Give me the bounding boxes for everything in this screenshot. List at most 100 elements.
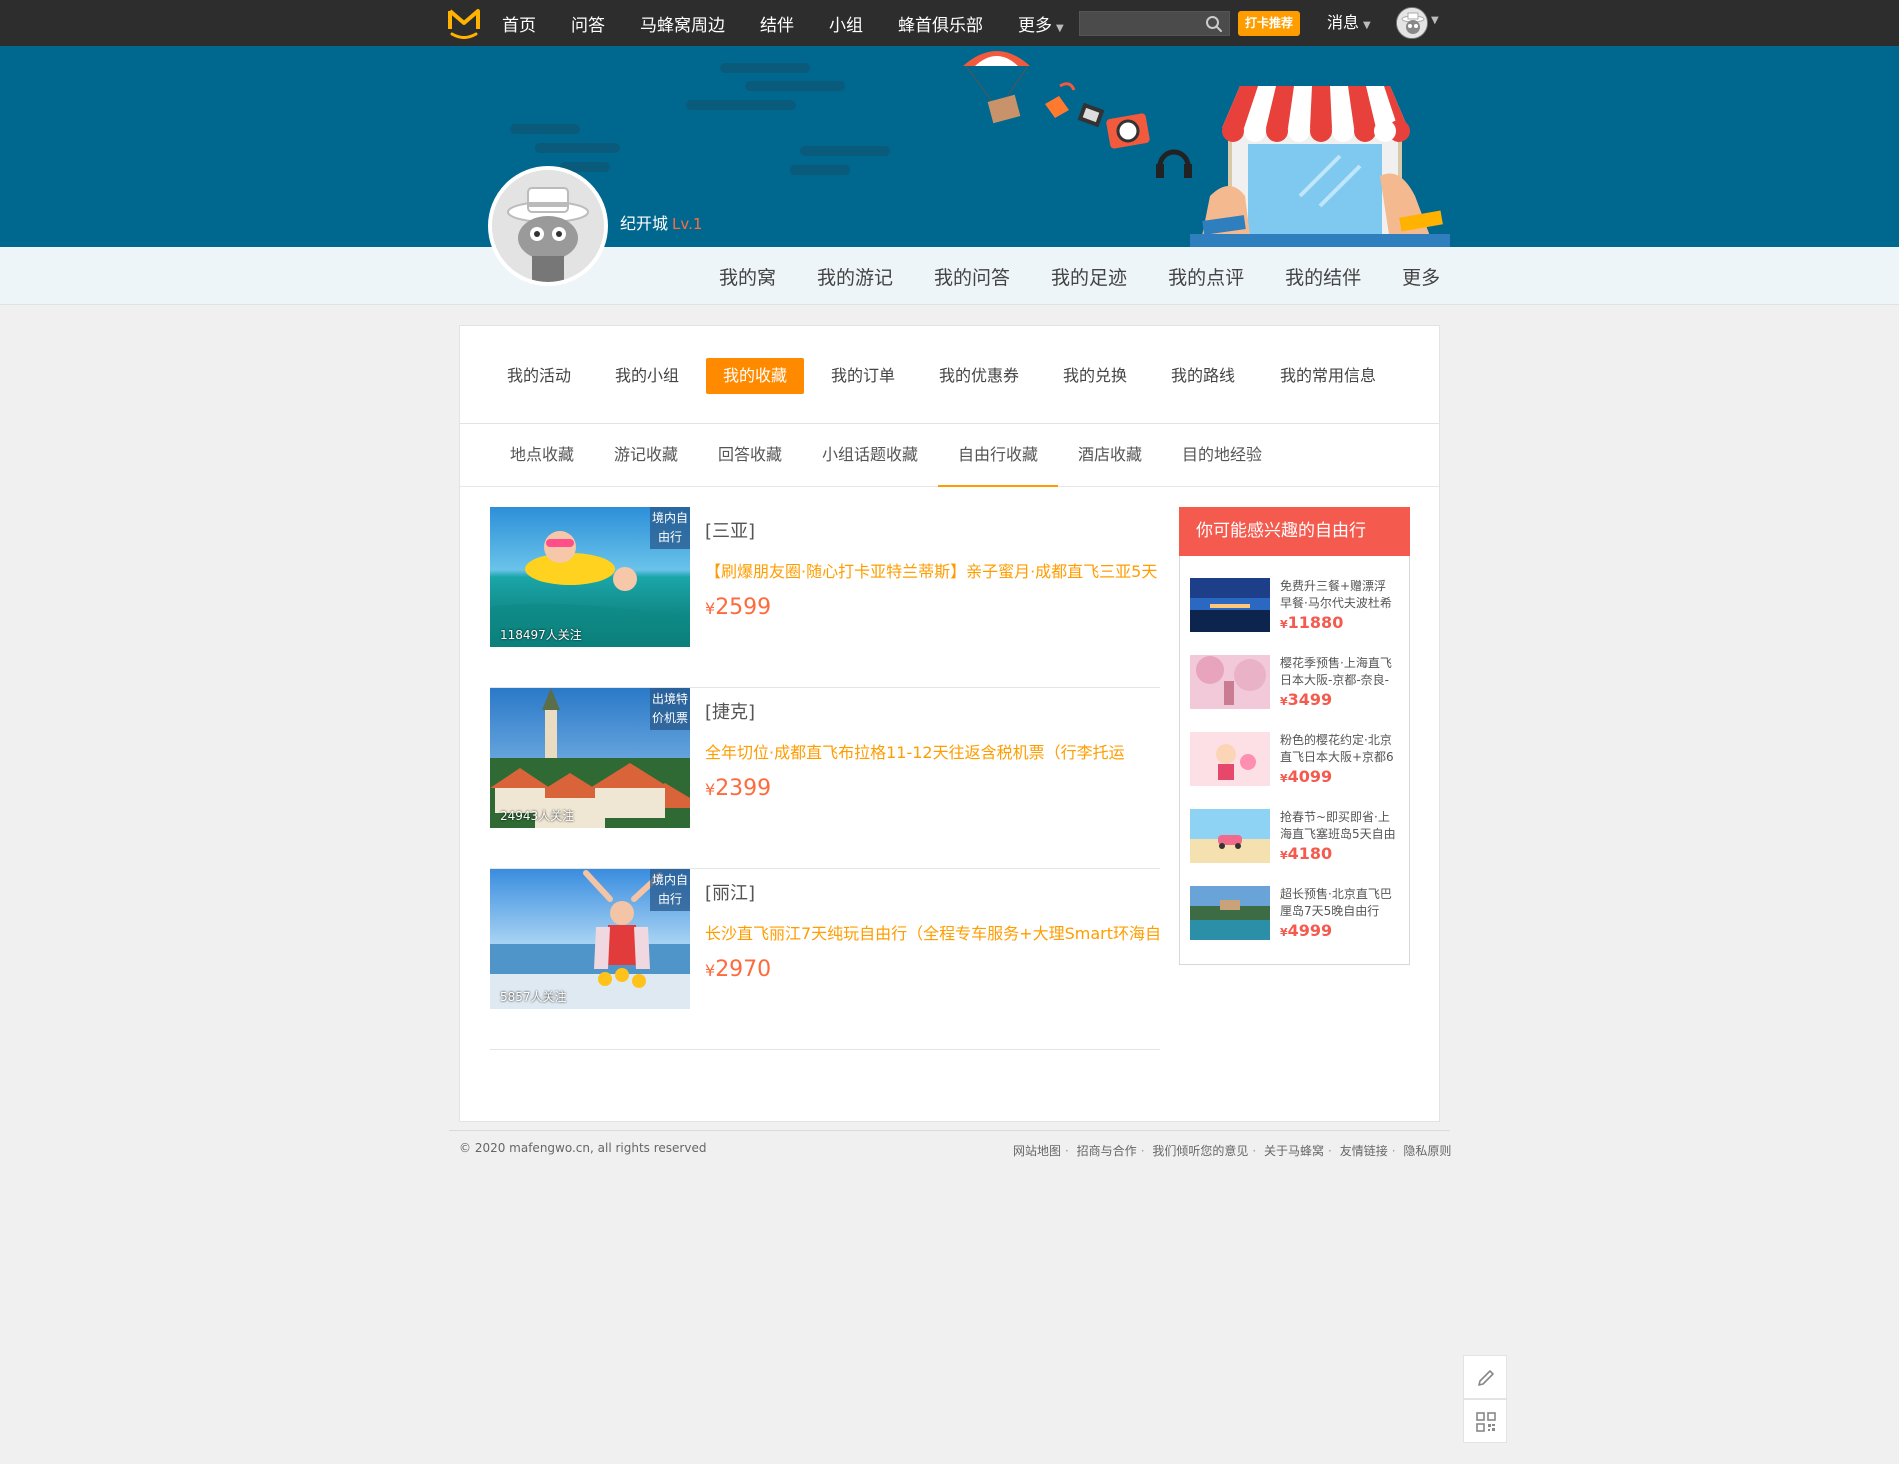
currency-symbol: ¥: [705, 961, 716, 980]
tab-my-activities[interactable]: 我的活动: [507, 358, 571, 394]
nav-together[interactable]: 结伴: [760, 11, 794, 36]
recommendation-thumbnail[interactable]: [1190, 655, 1270, 709]
footer-link-privacy[interactable]: 隐私原则: [1403, 1144, 1451, 1158]
caret-down-icon: ▼: [1363, 20, 1371, 31]
destination-label[interactable]: [三亚]: [705, 517, 755, 543]
tab-group-topic-favorites[interactable]: 小组话题收藏: [822, 424, 918, 487]
recommendation-thumbnail[interactable]: [1190, 809, 1270, 863]
follow-count: 24943人关注: [500, 809, 575, 823]
product-title[interactable]: 【刷爆朋友圈·随心打卡亚特兰蒂斯】亲子蜜月·成都直飞三亚5天: [705, 558, 1160, 582]
destination-label[interactable]: [捷克]: [705, 698, 755, 724]
search-icon[interactable]: [1205, 15, 1223, 33]
profile-tabs: 我的窝 我的游记 我的问答 我的足迹 我的点评 我的结伴 更多: [719, 247, 1481, 305]
edit-button[interactable]: [1463, 1355, 1507, 1399]
recommendation-price: ¥4099: [1280, 767, 1332, 786]
separator: ·: [1328, 1144, 1332, 1158]
product-title[interactable]: 长沙直飞丽江7天纯玩自由行（全程专车服务+大理Smart环海自: [705, 920, 1160, 944]
recommendation-title[interactable]: 樱花季预售·上海直飞日本大阪-京都-奈良-: [1280, 655, 1398, 689]
bali-photo: [1190, 886, 1270, 940]
recommendation-price: ¥3499: [1280, 690, 1332, 709]
favorite-thumbnail[interactable]: 出境特价机票 24943人关注: [490, 688, 690, 828]
nav-qa[interactable]: 问答: [571, 11, 605, 36]
footer-link-sitemap[interactable]: 网站地图: [1013, 1144, 1061, 1158]
recommendation-item[interactable]: 免费升三餐+赠漂浮早餐·马尔代夫波杜希蒂 ¥11880: [1190, 578, 1400, 634]
logo-icon[interactable]: [446, 7, 482, 39]
tab-place-favorites[interactable]: 地点收藏: [510, 424, 574, 487]
tab-my-reviews[interactable]: 我的点评: [1168, 263, 1244, 290]
recommendation-price: ¥4180: [1280, 844, 1332, 863]
profile-name[interactable]: 纪开城 Lv.1: [620, 210, 702, 234]
tab-my-home[interactable]: 我的窝: [719, 263, 776, 290]
tab-my-groups[interactable]: 我的小组: [615, 358, 679, 394]
caret-down-icon: ▼: [1056, 22, 1064, 34]
recommendation-title[interactable]: 抢春节~即买即省·上海直飞塞班岛5天自由: [1280, 809, 1398, 843]
tab-travelogue-favorites[interactable]: 游记收藏: [614, 424, 678, 487]
recommendation-thumbnail[interactable]: [1190, 886, 1270, 940]
cartoon-photo: [1190, 732, 1270, 786]
secondary-tabs: 地点收藏 游记收藏 回答收藏 小组话题收藏 自由行收藏 酒店收藏 目的地经验: [460, 424, 1439, 487]
recommendation-title[interactable]: 粉色的樱花约定·北京直飞日本大阪+京都6: [1280, 732, 1398, 766]
product-price: ¥2599: [705, 595, 771, 620]
tab-my-companions[interactable]: 我的结伴: [1285, 263, 1361, 290]
tab-my-footprints[interactable]: 我的足迹: [1051, 263, 1127, 290]
footer-link-feedback[interactable]: 我们倾听您的意见: [1152, 1144, 1248, 1158]
checkin-button[interactable]: 打卡推荐: [1238, 11, 1300, 36]
qrcode-button[interactable]: [1463, 1399, 1507, 1443]
profile-subnav: 我的窝 我的游记 我的问答 我的足迹 我的点评 我的结伴 更多: [0, 247, 1899, 305]
favorite-item[interactable]: 出境特价机票 24943人关注 [捷克] 全年切位·成都直飞布拉格11-12天往…: [490, 688, 1160, 869]
tab-my-favorites[interactable]: 我的收藏: [706, 358, 805, 394]
recommendation-title[interactable]: 免费升三餐+赠漂浮早餐·马尔代夫波杜希蒂: [1280, 578, 1398, 612]
avatar-image: [492, 170, 604, 282]
nav-shop[interactable]: 马蜂窝周边: [640, 11, 725, 36]
footer-link-about[interactable]: 关于马蜂窝: [1264, 1144, 1324, 1158]
recommendation-item[interactable]: 粉色的樱花约定·北京直飞日本大阪+京都6 ¥4099: [1190, 732, 1400, 788]
price-value: 4099: [1287, 767, 1333, 786]
product-price: ¥2399: [705, 776, 771, 801]
nav-more[interactable]: 更多 ▼: [1018, 11, 1064, 36]
follow-count: 118497人关注: [500, 628, 582, 642]
resort-photo: [1190, 578, 1270, 632]
favorite-item[interactable]: 境内自由行 118497人关注 [三亚] 【刷爆朋友圈·随心打卡亚特兰蒂斯】亲子…: [490, 507, 1160, 688]
tab-free-travel-favorites[interactable]: 自由行收藏: [938, 424, 1059, 487]
tab-my-info[interactable]: 我的常用信息: [1280, 358, 1376, 394]
currency-symbol: ¥: [705, 599, 716, 618]
main-nav: 首页 问答 马蜂窝周边 结伴 小组 蜂首俱乐部 更多 ▼: [502, 0, 1099, 46]
tab-more[interactable]: 更多: [1402, 263, 1440, 290]
nav-club[interactable]: 蜂首俱乐部: [898, 11, 983, 36]
footer-link-friends[interactable]: 友情链接: [1340, 1144, 1388, 1158]
beach-photo: [1190, 809, 1270, 863]
favorite-thumbnail[interactable]: 境内自由行 118497人关注: [490, 507, 690, 647]
tab-hotel-favorites[interactable]: 酒店收藏: [1078, 424, 1142, 487]
recommendation-thumbnail[interactable]: [1190, 732, 1270, 786]
user-avatar[interactable]: [1396, 7, 1428, 39]
tab-my-routes[interactable]: 我的路线: [1171, 358, 1235, 394]
tab-my-coupons[interactable]: 我的优惠券: [939, 358, 1019, 394]
recommendation-thumbnail[interactable]: [1190, 578, 1270, 632]
tab-my-orders[interactable]: 我的订单: [831, 358, 895, 394]
tab-my-qa[interactable]: 我的问答: [934, 263, 1010, 290]
tab-answer-favorites[interactable]: 回答收藏: [718, 424, 782, 487]
tab-destination-experience[interactable]: 目的地经验: [1182, 424, 1262, 487]
price-value: 11880: [1287, 613, 1344, 632]
search-box: [1079, 11, 1230, 36]
favorite-item[interactable]: 境内自由行 5857人关注 [丽江] 长沙直飞丽江7天纯玩自由行（全程专车服务+…: [490, 869, 1160, 1050]
profile-avatar[interactable]: [488, 166, 608, 286]
nav-groups[interactable]: 小组: [829, 11, 863, 36]
footer-divider: [449, 1130, 1450, 1131]
destination-label[interactable]: [丽江]: [705, 879, 755, 905]
price-value: 4999: [1287, 921, 1333, 940]
recommendation-title[interactable]: 超长预售·北京直飞巴厘岛7天5晚自由行: [1280, 886, 1398, 920]
search-input[interactable]: [1080, 12, 1200, 35]
tab-my-redemptions[interactable]: 我的兑换: [1063, 358, 1127, 394]
separator: ·: [1391, 1144, 1396, 1158]
tab-my-travelogues[interactable]: 我的游记: [817, 263, 893, 290]
favorite-thumbnail[interactable]: 境内自由行 5857人关注: [490, 869, 690, 1009]
recommendation-item[interactable]: 樱花季预售·上海直飞日本大阪-京都-奈良- ¥3499: [1190, 655, 1400, 711]
recommendation-item[interactable]: 抢春节~即买即省·上海直飞塞班岛5天自由 ¥4180: [1190, 809, 1400, 865]
recommendation-item[interactable]: 超长预售·北京直飞巴厘岛7天5晚自由行 ¥4999: [1190, 886, 1400, 942]
nav-home[interactable]: 首页: [502, 11, 536, 36]
messages-menu[interactable]: 消息 ▼: [1327, 0, 1371, 49]
product-title[interactable]: 全年切位·成都直飞布拉格11-12天往返含税机票（行李托运: [705, 739, 1160, 763]
footer-link-business[interactable]: 招商与合作: [1077, 1144, 1137, 1158]
primary-tabs: 我的活动 我的小组 我的收藏 我的订单 我的优惠券 我的兑换 我的路线 我的常用…: [460, 326, 1439, 424]
